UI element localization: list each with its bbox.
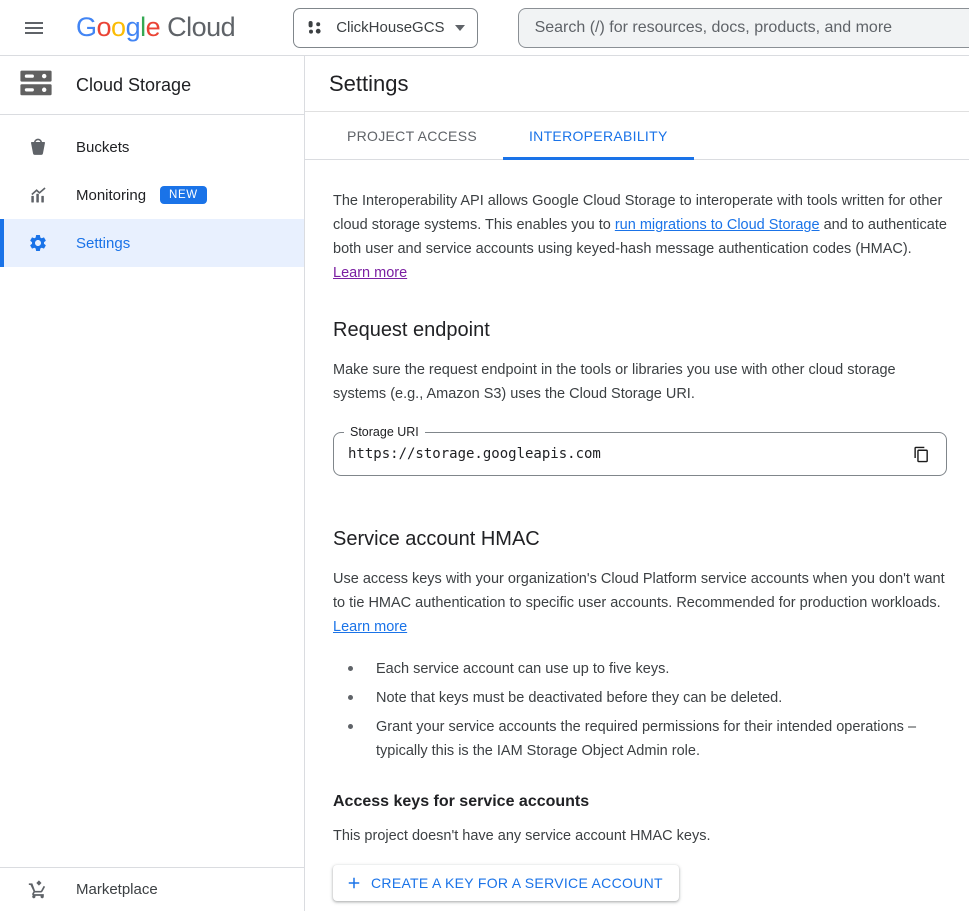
create-key-button-label: CREATE A KEY FOR A SERVICE ACCOUNT: [371, 875, 663, 891]
list-item: Each service account can use up to five …: [333, 657, 947, 681]
sidebar-item-label: Marketplace: [76, 881, 158, 898]
storage-uri-value: https://storage.googleapis.com: [334, 446, 909, 462]
hmac-notes-list: Each service account can use up to five …: [333, 657, 947, 763]
monitoring-chart-icon: [28, 185, 48, 205]
hmac-text: Use access keys with your organization's…: [333, 571, 945, 611]
sidebar-product-title: Cloud Storage: [76, 75, 191, 96]
bucket-icon: [28, 137, 48, 157]
logo-cloud-text: Cloud: [167, 12, 235, 43]
sidebar-item-marketplace[interactable]: Marketplace: [0, 867, 304, 911]
gear-icon: [28, 233, 48, 253]
chevron-down-icon: [455, 25, 465, 31]
sidebar-item-monitoring[interactable]: Monitoring NEW: [0, 171, 304, 219]
cloud-storage-product-icon: [20, 70, 52, 101]
sidebar-item-label: Monitoring: [76, 187, 146, 204]
sidebar-item-buckets[interactable]: Buckets: [0, 123, 304, 171]
logo-letter: o: [111, 12, 126, 43]
project-selector-button[interactable]: ClickHouseGCS: [293, 8, 477, 48]
sidebar-item-label: Settings: [76, 235, 130, 252]
tab-project-access[interactable]: PROJECT ACCESS: [321, 112, 503, 160]
sidebar: Cloud Storage Buckets Monitoring NEW: [0, 56, 305, 911]
page-title-row: Settings: [305, 56, 969, 112]
project-name: ClickHouseGCS: [336, 19, 444, 36]
main-content: Settings PROJECT ACCESS INTEROPERABILITY…: [305, 56, 969, 911]
top-app-bar: Google Cloud ClickHouseGCS: [0, 0, 969, 56]
access-keys-heading: Access keys for service accounts: [333, 793, 947, 811]
run-migrations-link[interactable]: run migrations to Cloud Storage: [615, 217, 820, 233]
request-endpoint-paragraph: Make sure the request endpoint in the to…: [333, 358, 947, 406]
storage-uri-label: Storage URI: [344, 425, 425, 439]
logo-letter: g: [126, 12, 141, 43]
request-endpoint-heading: Request endpoint: [333, 319, 947, 342]
project-icon: [306, 19, 324, 37]
access-keys-empty-text: This project doesn't have any service ac…: [333, 824, 947, 848]
service-account-hmac-heading: Service account HMAC: [333, 528, 947, 551]
logo-letter: G: [76, 12, 97, 43]
search-input[interactable]: [535, 19, 967, 37]
list-item: Grant your service accounts the required…: [333, 715, 947, 763]
logo-letter: e: [146, 12, 161, 43]
sidebar-nav: Buckets Monitoring NEW Settings: [0, 115, 304, 267]
tab-panel-interoperability: The Interoperability API allows Google C…: [305, 189, 969, 901]
list-item: Note that keys must be deactivated befor…: [333, 686, 947, 710]
storage-uri-field: Storage URI https://storage.googleapis.c…: [333, 432, 947, 476]
sidebar-item-settings[interactable]: Settings: [0, 219, 304, 267]
copy-icon: [913, 446, 930, 463]
page-title: Settings: [329, 71, 409, 97]
new-badge: NEW: [160, 186, 207, 204]
sidebar-product-header: Cloud Storage: [0, 56, 304, 115]
hamburger-menu-button[interactable]: [14, 8, 54, 48]
hamburger-menu-icon: [22, 16, 46, 40]
tab-bar: PROJECT ACCESS INTEROPERABILITY: [305, 112, 969, 160]
service-account-hmac-paragraph: Use access keys with your organization's…: [333, 567, 947, 639]
logo-letter: o: [97, 12, 112, 43]
learn-more-link-hmac[interactable]: Learn more: [333, 619, 407, 635]
create-key-button[interactable]: CREATE A KEY FOR A SERVICE ACCOUNT: [333, 865, 679, 901]
intro-paragraph: The Interoperability API allows Google C…: [333, 189, 947, 285]
learn-more-link-interoperability[interactable]: Learn more: [333, 265, 407, 281]
tab-interoperability[interactable]: INTEROPERABILITY: [503, 112, 694, 160]
google-cloud-logo[interactable]: Google Cloud: [76, 12, 235, 43]
search-bar[interactable]: [518, 8, 969, 48]
sidebar-item-label: Buckets: [76, 139, 129, 156]
plus-icon: [345, 874, 363, 892]
copy-button[interactable]: [909, 442, 934, 467]
marketplace-cart-icon: [28, 880, 48, 900]
